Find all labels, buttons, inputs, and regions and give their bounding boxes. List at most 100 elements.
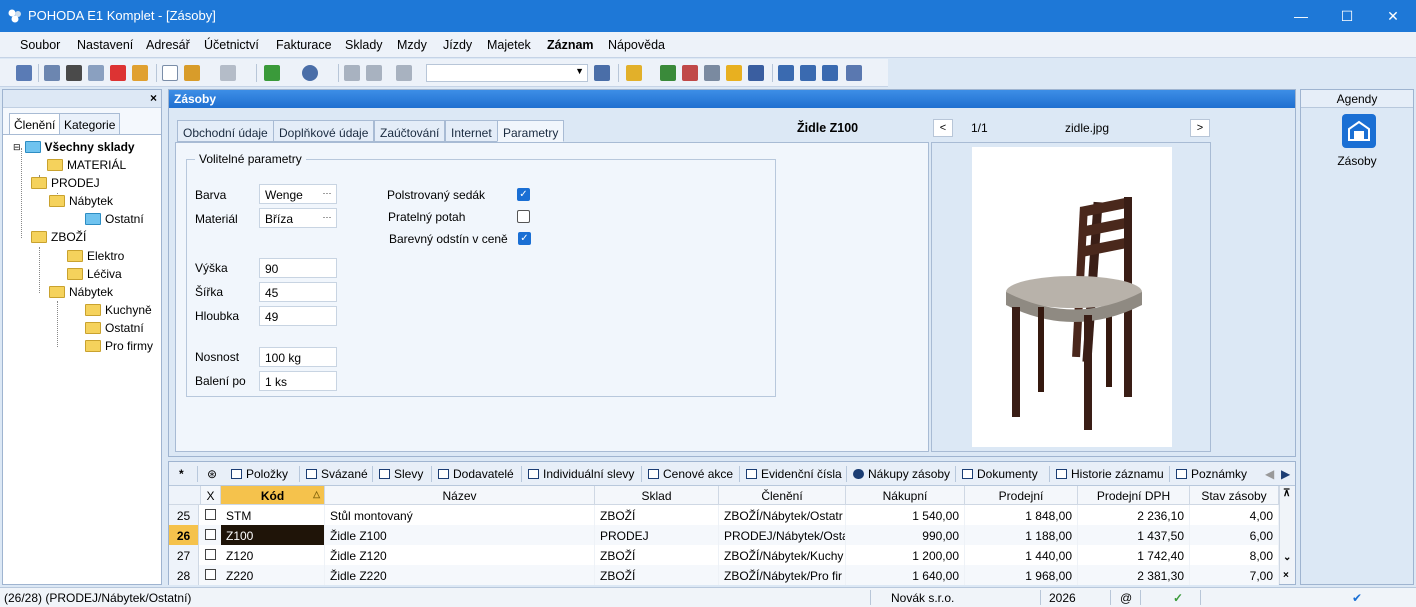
tree-item-zbozi-nabytek[interactable]: Nábytek <box>49 285 113 299</box>
scroll-down-icon[interactable]: ⌄ <box>1283 552 1291 563</box>
copy-icon[interactable] <box>44 65 60 81</box>
tab-zauctovani[interactable]: Zaúčtování <box>374 120 446 142</box>
tab-doplnkove-udaje[interactable]: Doplňkové údaje <box>273 120 375 142</box>
grid-icon[interactable] <box>220 65 236 81</box>
tab-polozky[interactable]: Položky <box>231 467 288 481</box>
tab-obchodni-udaje[interactable]: Obchodní údaje <box>177 120 274 142</box>
menu-fakturace[interactable]: Fakturace <box>276 38 332 52</box>
tab-dodavatele[interactable]: Dodavatelé <box>438 467 514 481</box>
tree-item-profirmy[interactable]: Pro firmy <box>85 339 153 353</box>
polstrovany-checkbox[interactable]: ✓ <box>517 188 530 201</box>
export-icon[interactable] <box>132 65 148 81</box>
menu-jizdy[interactable]: Jízdy <box>443 38 472 52</box>
coins-icon[interactable] <box>726 65 742 81</box>
cash-icon[interactable] <box>660 65 676 81</box>
menu-mzdy[interactable]: Mzdy <box>397 38 427 52</box>
duplicate-icon[interactable] <box>396 65 412 81</box>
back-arrow-icon[interactable] <box>264 65 280 81</box>
tab-cenove-akce[interactable]: Cenové akce <box>648 467 733 481</box>
calculator-icon[interactable] <box>704 65 720 81</box>
tree-expander[interactable]: ⊟ <box>13 142 21 153</box>
search-combo[interactable]: ▼ <box>426 64 588 82</box>
tree-item-elektro[interactable]: Elektro <box>67 249 124 263</box>
tree-item-zbozi-ostatni[interactable]: Ostatní <box>85 321 144 335</box>
tree-item-all[interactable]: ⊟ Všechny sklady <box>13 140 135 154</box>
row-checkbox[interactable] <box>205 509 216 520</box>
tree-item-prodej-nabytek[interactable]: Nábytek <box>49 194 113 208</box>
preview-icon[interactable] <box>88 65 104 81</box>
vyska-field[interactable]: 90 <box>259 258 337 278</box>
ellipsis-icon[interactable]: ⋯ <box>320 211 334 225</box>
table-row[interactable]: 28 Z220 Židle Z220 ZBOŽÍ ZBOŽÍ/Nábytek/P… <box>169 565 1279 585</box>
column-header-kod[interactable]: Kód △ <box>221 486 325 505</box>
window-icon[interactable] <box>778 65 794 81</box>
scroll-bottom-icon[interactable]: × <box>1283 570 1289 581</box>
filter-icon[interactable] <box>594 65 610 81</box>
table-row[interactable]: 27 Z120 Židle Z120 ZBOŽÍ ZBOŽÍ/Nábytek/K… <box>169 545 1279 565</box>
tab-poznamky[interactable]: Poznámky <box>1176 467 1247 481</box>
barva-combo[interactable]: Wenge ⋯ <box>259 184 337 204</box>
menu-zaznam[interactable]: Záznam <box>547 38 594 52</box>
menu-napoveda[interactable]: Nápověda <box>608 38 665 52</box>
save-icon[interactable] <box>344 65 360 81</box>
tab-internet[interactable]: Internet <box>445 120 498 142</box>
column-header-x[interactable]: X <box>201 486 221 505</box>
warehouse-icon[interactable] <box>1342 114 1376 148</box>
prev-image-button[interactable]: < <box>933 119 953 137</box>
close-button[interactable]: ✕ <box>1370 0 1416 32</box>
product-image[interactable] <box>972 147 1172 447</box>
column-header-nazev[interactable]: Název <box>325 486 595 505</box>
nosnost-field[interactable]: 100 kg <box>259 347 337 367</box>
agenda-zasoby-label[interactable]: Zásoby <box>1301 154 1413 168</box>
menu-ucetnictvi[interactable]: Účetnictví <box>204 38 259 52</box>
next-image-button[interactable]: > <box>1190 119 1210 137</box>
asterisk-icon[interactable]: * <box>179 467 184 481</box>
filter-icon[interactable]: ⊛ <box>207 467 217 481</box>
window-icon[interactable] <box>800 65 816 81</box>
brush-icon[interactable] <box>184 65 200 81</box>
scroll-top-icon[interactable]: ⊼ <box>1283 488 1290 499</box>
close-icon[interactable]: × <box>150 91 157 105</box>
baleni-field[interactable]: 1 ks <box>259 371 337 391</box>
pdf-icon[interactable] <box>110 65 126 81</box>
tree-item-material[interactable]: MATERIÁL <box>47 158 126 172</box>
row-checkbox[interactable] <box>205 549 216 560</box>
scroll-right-icon[interactable]: ▶ <box>1281 467 1290 481</box>
new-record-icon[interactable] <box>162 65 178 81</box>
menu-soubor[interactable]: Soubor <box>20 38 60 52</box>
agenda-icon[interactable] <box>16 65 32 81</box>
settings-icon[interactable] <box>302 65 318 81</box>
tab-kategorie[interactable]: Kategorie <box>59 113 121 135</box>
menu-nastaveni[interactable]: Nastavení <box>77 38 133 52</box>
column-header-stav-zasoby[interactable]: Stav zásoby <box>1190 486 1279 505</box>
sirka-field[interactable]: 45 <box>259 282 337 302</box>
help-icon[interactable] <box>846 65 862 81</box>
menu-sklady[interactable]: Sklady <box>345 38 383 52</box>
tree-item-leciva[interactable]: Léčiva <box>67 267 122 281</box>
iban-icon[interactable] <box>748 65 764 81</box>
folder-icon[interactable] <box>626 65 642 81</box>
hloubka-field[interactable]: 49 <box>259 306 337 326</box>
menu-adresar[interactable]: Adresář <box>146 38 190 52</box>
menu-majetek[interactable]: Majetek <box>487 38 531 52</box>
tree-item-zbozi[interactable]: ZBOŽÍ <box>31 230 86 244</box>
column-header-cleneni[interactable]: Členění <box>719 486 846 505</box>
minimize-button[interactable]: — <box>1278 0 1324 32</box>
save-all-icon[interactable] <box>366 65 382 81</box>
tab-historie-zaznamu[interactable]: Historie záznamu <box>1056 467 1164 481</box>
tab-svazane[interactable]: Svázané <box>306 467 368 481</box>
invoice-icon[interactable] <box>682 65 698 81</box>
tab-evidencni-cisla[interactable]: Evidenční čísla <box>746 467 842 481</box>
column-header-prodejni-dph[interactable]: Prodejní DPH <box>1078 486 1190 505</box>
table-row-selected[interactable]: 26 Z100 Židle Z100 PRODEJ PRODEJ/Nábytek… <box>169 525 1279 545</box>
tab-cleneni[interactable]: Členění <box>9 113 61 135</box>
tree-item-prodej-ostatni[interactable]: Ostatní <box>85 212 144 226</box>
column-header-prodejni[interactable]: Prodejní <box>965 486 1078 505</box>
table-row[interactable]: 25 STM Stůl montovaný ZBOŽÍ ZBOŽÍ/Nábyte… <box>169 505 1279 525</box>
tab-parametry[interactable]: Parametry <box>497 120 565 142</box>
row-checkbox[interactable] <box>205 569 216 580</box>
tab-dokumenty[interactable]: Dokumenty <box>962 467 1038 481</box>
row-checkbox[interactable] <box>205 529 216 540</box>
tab-nakupy-zasoby[interactable]: Nákupy zásoby <box>853 467 950 481</box>
maximize-button[interactable]: ☐ <box>1324 0 1370 32</box>
